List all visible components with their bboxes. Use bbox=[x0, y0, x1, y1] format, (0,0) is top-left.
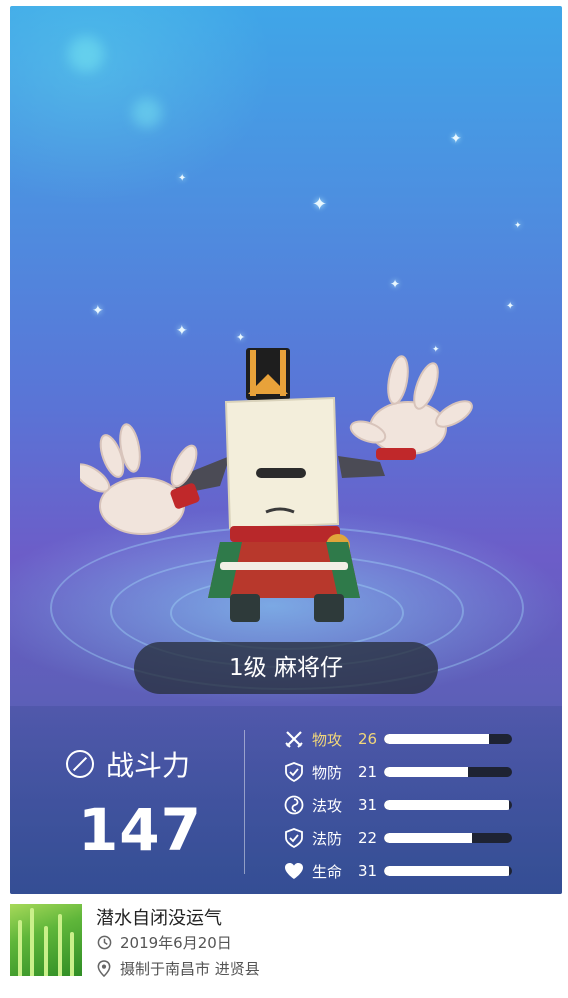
stat-label: 生命 bbox=[312, 862, 343, 881]
character-card: ✦ ✦ ✦ ✦ ✦ ✦ ✦ ✦ ✦ ✦ 1级 麻将仔 战斗力 147 物攻 26… bbox=[10, 6, 562, 894]
stat-value: 22 bbox=[358, 829, 378, 847]
glow-orb bbox=[68, 36, 104, 72]
clock-icon bbox=[96, 934, 112, 950]
stat-value: 26 bbox=[358, 730, 378, 748]
stat-label: 法防 bbox=[312, 829, 343, 848]
date-text: 2019年6月20日 bbox=[120, 933, 232, 952]
sparkle-icon: ✦ bbox=[178, 173, 187, 184]
sparkle-icon: ✦ bbox=[450, 131, 462, 147]
stat-bar-fill bbox=[384, 833, 473, 843]
sparkle-icon: ✦ bbox=[506, 301, 515, 312]
stat-bar-fill bbox=[384, 734, 489, 744]
stat-value: 31 bbox=[358, 862, 378, 880]
user-avatar[interactable] bbox=[10, 904, 82, 976]
combat-power-text: 战斗力 bbox=[106, 749, 191, 782]
stat-row: 物攻 26 bbox=[284, 728, 512, 750]
location-pin-icon bbox=[96, 959, 112, 977]
stat-bar bbox=[384, 767, 512, 777]
sparkle-icon: ✦ bbox=[390, 277, 401, 291]
stat-value: 31 bbox=[358, 796, 378, 814]
stat-bar bbox=[384, 833, 512, 843]
character-illustration bbox=[80, 348, 473, 622]
shield-icon bbox=[284, 762, 304, 782]
divider bbox=[244, 730, 245, 874]
sword-circle-icon bbox=[66, 750, 94, 778]
character-name-label: 1级 麻将仔 bbox=[134, 642, 438, 694]
stat-value: 21 bbox=[358, 763, 378, 781]
stat-bar-fill bbox=[384, 866, 510, 876]
stat-row: 法攻 31 bbox=[284, 794, 512, 816]
stat-row: 生命 31 bbox=[284, 860, 512, 882]
stat-label: 物攻 bbox=[312, 730, 343, 749]
combat-power-label: 战斗力 bbox=[66, 744, 190, 784]
stat-bar bbox=[384, 866, 512, 876]
user-name[interactable]: 潜水自闭没运气 bbox=[96, 904, 222, 930]
shield-icon bbox=[284, 828, 304, 848]
glow-orb bbox=[132, 98, 162, 128]
stat-bar bbox=[384, 734, 512, 744]
sparkle-icon: ✦ bbox=[514, 221, 522, 231]
stat-label: 法攻 bbox=[312, 796, 343, 815]
combat-power-value: 147 bbox=[77, 796, 203, 864]
stat-bar-fill bbox=[384, 767, 469, 777]
date-row: 2019年6月20日 bbox=[96, 932, 232, 952]
sparkle-icon: ✦ bbox=[312, 194, 328, 215]
stat-label: 物防 bbox=[312, 763, 343, 782]
stat-row: 物防 21 bbox=[284, 761, 512, 783]
location-text: 摄制于南昌市 进贤县 bbox=[120, 959, 260, 978]
sparkle-icon: ✦ bbox=[92, 303, 104, 319]
location-row: 摄制于南昌市 进贤县 bbox=[96, 958, 260, 978]
stat-bar-fill bbox=[384, 800, 510, 810]
heart-icon bbox=[284, 861, 304, 881]
stat-row: 法防 22 bbox=[284, 827, 512, 849]
stat-bar bbox=[384, 800, 512, 810]
swords-icon bbox=[284, 729, 304, 749]
spiral-icon bbox=[284, 795, 304, 815]
